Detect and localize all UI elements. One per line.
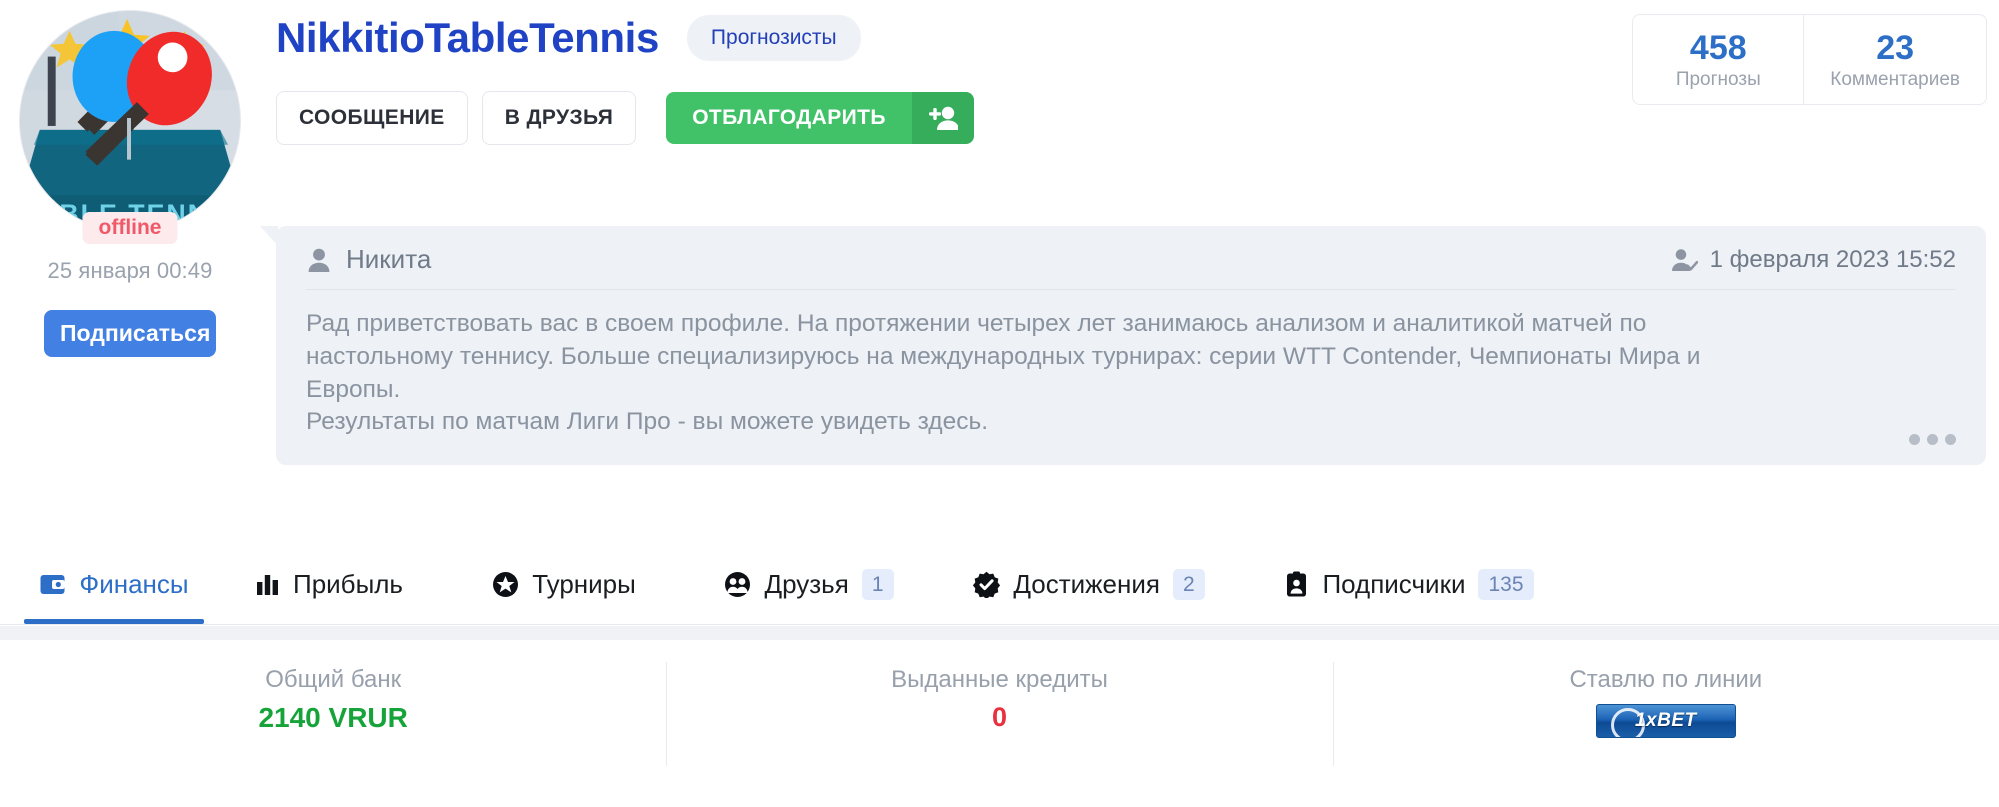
about-date-text: 1 февраля 2023 15:52 xyxy=(1709,245,1956,273)
stat-label: Прогнозы xyxy=(1675,69,1761,91)
tab-friends[interactable]: Друзья 1 xyxy=(684,545,934,624)
stat-value: 458 xyxy=(1689,29,1747,67)
stat-comments[interactable]: 23 Комментариев xyxy=(1803,15,1986,105)
profile-page: TABLE TENNIS offline 25 января 00:49 Под… xyxy=(0,0,1999,807)
about-card-header: Никита 1 февраля 2023 15:52 xyxy=(306,244,1956,290)
stat-label: Комментариев xyxy=(1830,69,1960,91)
finance-label: Выданные кредиты xyxy=(891,666,1108,693)
tab-label: Достижения xyxy=(1013,569,1160,599)
wallet-icon xyxy=(39,571,66,598)
avatar[interactable]: TABLE TENNIS xyxy=(19,10,241,232)
status-badge: offline xyxy=(82,211,178,244)
tab-label: Турниры xyxy=(532,569,636,599)
stat-value: 23 xyxy=(1876,29,1915,67)
contact-card-icon xyxy=(1284,571,1309,598)
about-line-2: настольному теннису. Больше специализиру… xyxy=(306,342,1701,370)
finance-bookmaker: Ставлю по линии 1xBET xyxy=(1332,662,1999,766)
finance-value: 0 xyxy=(991,702,1007,732)
add-friend-button[interactable]: В ДРУЗЬЯ xyxy=(481,91,637,145)
tab-badge: 2 xyxy=(1172,568,1205,601)
title-row: NikkitioTableTennis Прогнозисты xyxy=(276,14,1526,62)
about-author-name: Никита xyxy=(346,244,432,274)
tab-badge: 135 xyxy=(1478,568,1534,601)
person-check-icon xyxy=(1671,248,1698,271)
tab-profit[interactable]: Прибыль xyxy=(214,545,444,624)
profile-stats: 458 Прогнозы 23 Комментариев xyxy=(1632,14,1987,106)
person-add-button[interactable] xyxy=(911,92,974,144)
person-add-icon xyxy=(928,106,958,130)
finance-label: Ставлю по линии xyxy=(1569,666,1763,693)
tab-subscribers[interactable]: Подписчики 135 xyxy=(1244,545,1574,624)
tab-label: Финансы xyxy=(79,569,189,599)
finance-row: Общий банк 2140 VRUR Выданные кредиты 0 … xyxy=(0,640,1999,807)
tab-label: Подписчики xyxy=(1322,569,1466,599)
bookmaker-logo-1xbet[interactable]: 1xBET xyxy=(1595,704,1736,738)
page-title[interactable]: NikkitioTableTennis xyxy=(276,14,659,62)
about-body: Рад приветствовать вас в своем профиле. … xyxy=(306,308,1956,446)
profile-tabbar: Финансы Прибыль Турниры Друзья 1 Достиже… xyxy=(0,545,1999,625)
tab-label: Друзья xyxy=(764,569,849,599)
profile-side-column: TABLE TENNIS offline 25 января 00:49 Под… xyxy=(10,10,250,357)
tab-achievements[interactable]: Достижения 2 xyxy=(934,545,1244,624)
about-line-3: Европы. xyxy=(306,375,401,403)
thanks-button[interactable]: ОТБЛАГОДАРИТЬ xyxy=(666,92,912,144)
finance-label: Общий банк xyxy=(265,666,402,693)
finance-total-bank: Общий банк 2140 VRUR xyxy=(0,666,666,734)
bookmaker-logo-text: 1xBET xyxy=(1634,710,1697,731)
badge-check-icon xyxy=(973,571,1001,598)
tab-label: Прибыль xyxy=(293,569,403,599)
avatar-wrapper: TABLE TENNIS offline xyxy=(19,10,241,244)
finance-issued-credits: Выданные кредиты 0 xyxy=(666,662,1332,766)
about-line-1: Рад приветствовать вас в своем профиле. … xyxy=(306,310,1647,337)
tab-tournaments[interactable]: Турниры xyxy=(444,545,684,624)
about-line-4: Результаты по матчам Лиги Про - вы может… xyxy=(306,408,989,436)
star-icon xyxy=(492,571,519,598)
role-chip: Прогнозисты xyxy=(686,15,861,61)
tab-finances[interactable]: Финансы xyxy=(14,545,214,624)
subscribe-button[interactable]: Подписаться xyxy=(44,310,216,357)
last-seen-text: 25 января 00:49 xyxy=(47,258,213,283)
profile-header: NikkitioTableTennis Прогнозисты СООБЩЕНИ… xyxy=(276,14,1526,145)
person-icon xyxy=(308,248,330,272)
ellipsis-icon[interactable] xyxy=(1909,434,1956,446)
friends-icon xyxy=(724,571,751,598)
tab-badge: 1 xyxy=(861,568,894,601)
thanks-button-group: ОТБЛАГОДАРИТЬ xyxy=(666,92,974,144)
message-button[interactable]: СООБЩЕНИЕ xyxy=(276,91,468,145)
finance-section: Общий банк 2140 VRUR Выданные кредиты 0 … xyxy=(0,626,1999,807)
table-tennis-paddles-avatar: TABLE TENNIS xyxy=(20,11,240,231)
action-button-row: СООБЩЕНИЕ В ДРУЗЬЯ ОТБЛАГОДАРИТЬ xyxy=(276,91,1526,145)
profile-about-card: Никита 1 февраля 2023 15:52 Рад приветст… xyxy=(260,226,1986,466)
about-author: Никита xyxy=(306,244,431,275)
stat-forecasts[interactable]: 458 Прогнозы xyxy=(1633,15,1803,104)
about-date: 1 февраля 2023 15:52 xyxy=(1670,246,1956,274)
finance-value: 2140 VRUR xyxy=(258,702,408,733)
bar-chart-icon xyxy=(255,572,280,597)
